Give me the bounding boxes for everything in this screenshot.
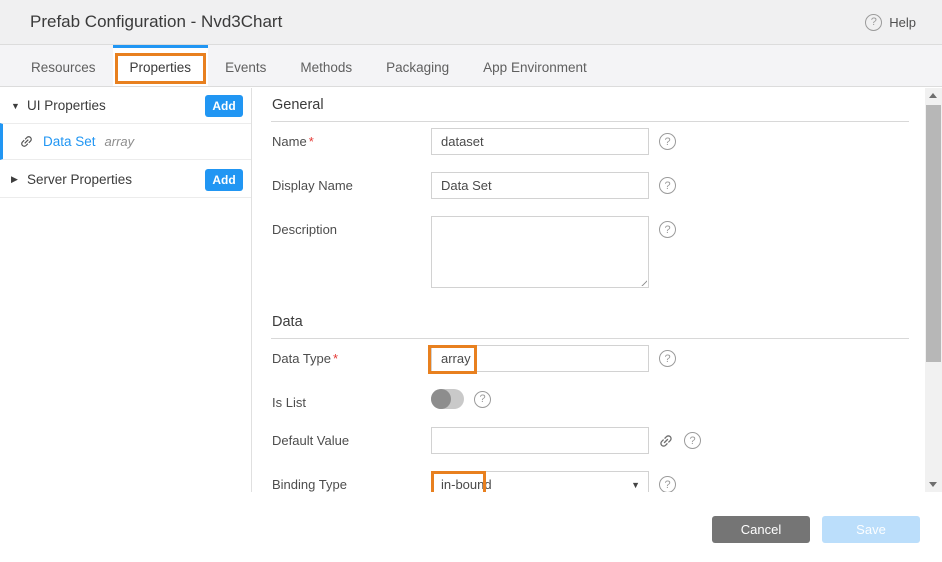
tab-properties[interactable]: Properties xyxy=(113,45,209,86)
save-button[interactable]: Save xyxy=(822,516,920,543)
sidebar-item-label: Data Set xyxy=(43,134,96,149)
required-marker: * xyxy=(309,134,314,149)
display-name-input[interactable] xyxy=(431,172,649,199)
scroll-up-arrow-icon[interactable] xyxy=(925,88,942,104)
help-icon[interactable]: ? xyxy=(684,432,701,449)
default-value-input[interactable] xyxy=(431,427,649,454)
help-icon[interactable]: ? xyxy=(659,350,676,367)
dropdown-arrow-icon: ▼ xyxy=(631,480,640,490)
field-label-binding-type: Binding Type xyxy=(271,471,431,492)
tab-content: ▼ UI Properties Add Data Set array ▶ Ser… xyxy=(0,88,942,492)
field-row-is-list: Is List ? xyxy=(271,389,909,410)
add-ui-property-button[interactable]: Add xyxy=(205,95,243,117)
field-row-default-value: Default Value ? xyxy=(271,427,909,454)
field-row-binding-type: Binding Type in-bound ▼ ? xyxy=(271,471,909,492)
tab-app-environment[interactable]: App Environment xyxy=(466,45,604,86)
field-label-default-value: Default Value xyxy=(271,427,431,448)
titlebar: Prefab Configuration - Nvd3Chart ? Help xyxy=(0,0,942,45)
section-title-general: General xyxy=(271,88,909,122)
toggle-knob xyxy=(431,389,451,409)
add-server-property-button[interactable]: Add xyxy=(205,169,243,191)
dialog-footer: Cancel Save xyxy=(0,492,942,562)
description-textarea[interactable] xyxy=(431,216,649,288)
help-circle-icon: ? xyxy=(865,14,882,31)
cancel-button[interactable]: Cancel xyxy=(712,516,810,543)
field-label-description: Description xyxy=(271,216,431,237)
chevron-right-icon: ▶ xyxy=(11,174,27,185)
sidebar-group-server-properties[interactable]: ▶ Server Properties Add xyxy=(0,162,251,198)
data-type-input[interactable] xyxy=(431,345,649,372)
sidebar-item-type: array xyxy=(105,134,135,149)
section-title-data: Data xyxy=(271,305,909,339)
field-label-is-list: Is List xyxy=(271,389,431,410)
tab-packaging[interactable]: Packaging xyxy=(369,45,466,86)
chevron-down-icon: ▼ xyxy=(11,101,27,111)
page-title: Prefab Configuration - Nvd3Chart xyxy=(30,12,865,32)
field-label-display-name: Display Name xyxy=(271,172,431,193)
required-marker: * xyxy=(333,351,338,366)
is-list-toggle[interactable] xyxy=(431,389,464,409)
field-row-description: Description ? xyxy=(271,216,909,288)
tab-bar: Resources Properties Events Methods Pack… xyxy=(0,45,942,87)
help-icon[interactable]: ? xyxy=(659,221,676,238)
help-label: Help xyxy=(889,15,916,30)
tab-methods[interactable]: Methods xyxy=(283,45,369,86)
bind-property-icon[interactable] xyxy=(658,433,674,449)
scroll-down-arrow-icon[interactable] xyxy=(925,476,942,492)
field-label-name: Name* xyxy=(271,128,431,149)
bind-link-icon xyxy=(19,134,34,149)
name-input[interactable] xyxy=(431,128,649,155)
help-icon[interactable]: ? xyxy=(474,391,491,408)
field-row-name: Name* ? xyxy=(271,128,909,155)
field-label-data-type: Data Type* xyxy=(271,345,431,366)
help-icon[interactable]: ? xyxy=(659,476,676,492)
field-row-data-type: Data Type* ? xyxy=(271,345,909,372)
vertical-scrollbar[interactable] xyxy=(925,88,942,492)
help-icon[interactable]: ? xyxy=(659,133,676,150)
prefab-configuration-dialog: Prefab Configuration - Nvd3Chart ? Help … xyxy=(0,0,942,562)
sidebar-item-dataset[interactable]: Data Set array xyxy=(0,123,251,160)
field-row-display-name: Display Name ? xyxy=(271,172,909,199)
scrollbar-thumb[interactable] xyxy=(926,105,941,362)
help-icon[interactable]: ? xyxy=(659,177,676,194)
properties-sidebar: ▼ UI Properties Add Data Set array ▶ Ser… xyxy=(0,88,252,492)
binding-type-select[interactable]: in-bound ▼ xyxy=(431,471,649,492)
sidebar-group-ui-properties[interactable]: ▼ UI Properties Add xyxy=(0,88,251,123)
tab-resources[interactable]: Resources xyxy=(14,45,113,86)
tab-events[interactable]: Events xyxy=(208,45,283,86)
help-button[interactable]: ? Help xyxy=(865,14,916,31)
property-form: General Name* ? Display Name ? Descripti xyxy=(253,88,925,492)
